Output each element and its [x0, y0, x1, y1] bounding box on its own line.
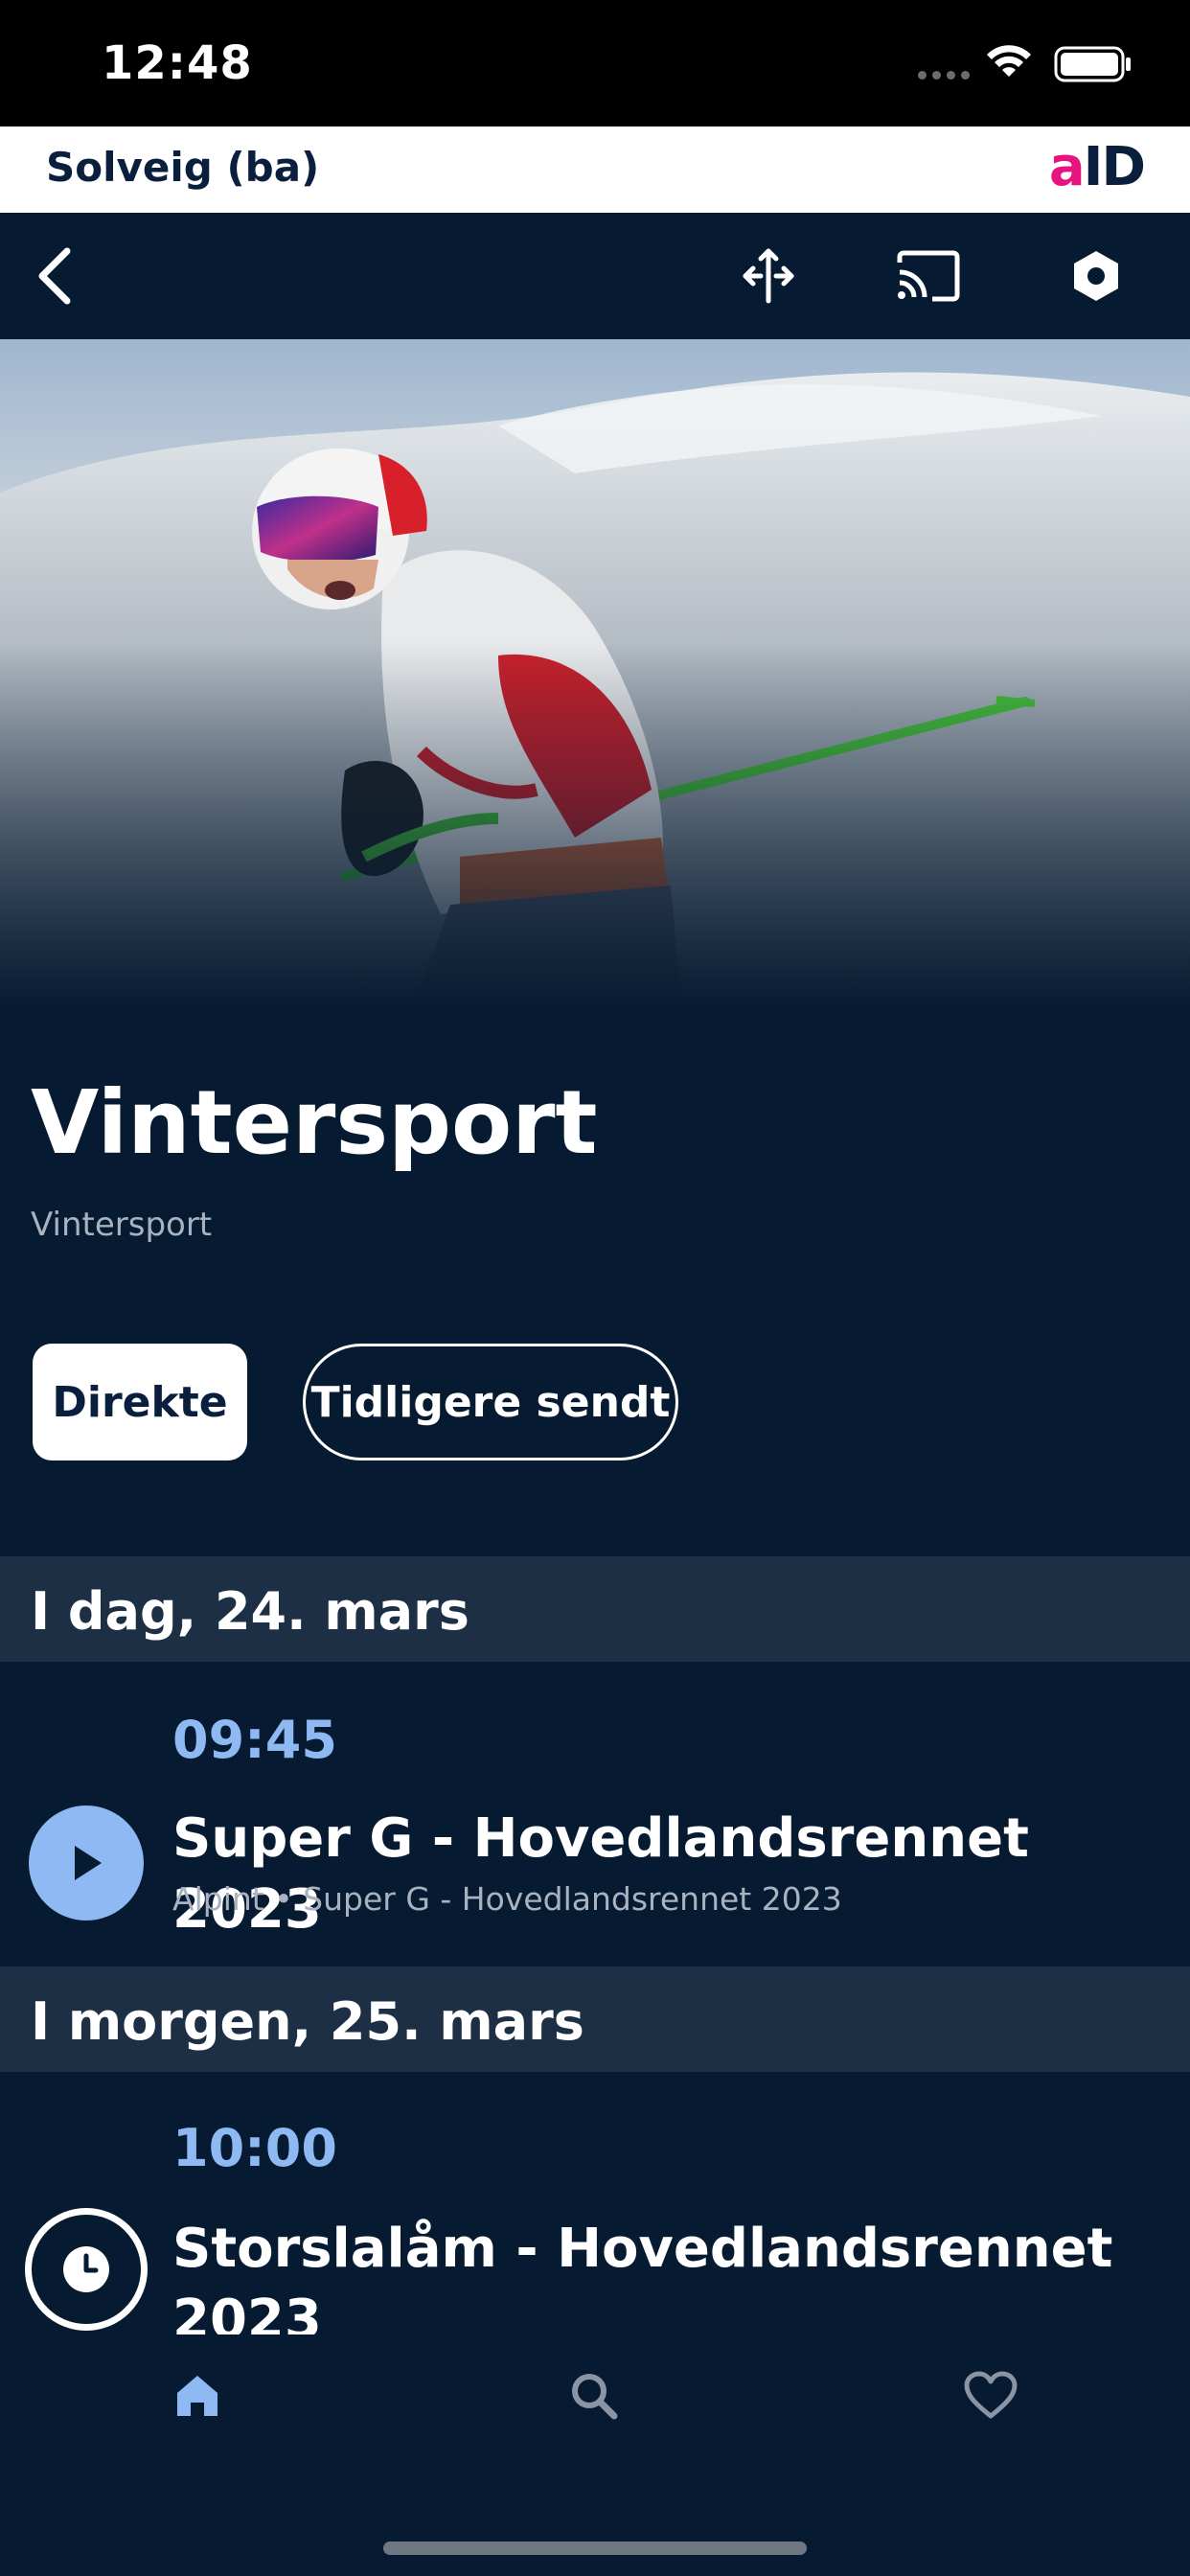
- back-icon: [38, 247, 71, 305]
- program-time: 10:00: [172, 2118, 337, 2178]
- cellular-signal-icon: [918, 71, 970, 80]
- top-navigation: [0, 213, 1190, 339]
- app-screen: 12:48 Solveig (ba) aID Vintersport Vinte…: [0, 0, 1190, 2576]
- settings-button[interactable]: [1060, 240, 1133, 312]
- day-header-today: I dag, 24. mars: [0, 1556, 1190, 1662]
- settings-icon: [1074, 251, 1118, 301]
- status-time: 12:48: [102, 36, 253, 90]
- tab-search[interactable]: [556, 2358, 632, 2434]
- page-title: Vintersport: [31, 1071, 598, 1174]
- back-button[interactable]: [19, 240, 92, 312]
- status-icons: [883, 0, 1190, 126]
- cast-icon: [897, 250, 960, 302]
- heart-icon: [964, 2371, 1018, 2419]
- program-title: Super G - Hovedlandsrennet 2023: [172, 1807, 1029, 1941]
- play-icon: [75, 1846, 102, 1880]
- day-header-tomorrow: I morgen, 25. mars: [0, 1966, 1190, 2072]
- cast-button[interactable]: [891, 240, 964, 312]
- tab-favorites[interactable]: [952, 2358, 1029, 2434]
- program-time: 09:45: [172, 1710, 337, 1770]
- day-header-label: I dag, 24. mars: [31, 1581, 469, 1642]
- profile-name[interactable]: Solveig (ba): [46, 144, 319, 191]
- aid-logo-id: ID: [1083, 136, 1146, 198]
- hero-gradient: [0, 339, 1190, 1010]
- search-icon: [572, 2374, 618, 2420]
- airplay-button[interactable]: [732, 240, 805, 312]
- tab-bar: [0, 2334, 1190, 2576]
- battery-icon: [1054, 46, 1131, 82]
- hero-image: [0, 339, 1190, 1010]
- program-meta: Alpint • Super G - Hovedlandsrennet 2023: [172, 1880, 842, 1918]
- aid-logo[interactable]: aID: [1048, 136, 1146, 198]
- profile-bar: Solveig (ba) aID: [0, 126, 1190, 213]
- aid-logo-a: a: [1048, 136, 1086, 198]
- day-header-label: I morgen, 25. mars: [31, 1991, 584, 2052]
- status-bar: 12:48: [0, 0, 1190, 126]
- reminder-button[interactable]: [25, 2208, 148, 2331]
- home-icon: [177, 2376, 217, 2416]
- tab-home[interactable]: [159, 2358, 236, 2434]
- page-subtitle: Vintersport: [31, 1206, 213, 1244]
- airplay-icon: [743, 248, 794, 304]
- play-button[interactable]: [29, 1806, 144, 1920]
- direkte-button[interactable]: Direkte: [33, 1344, 247, 1460]
- clock-icon: [63, 2246, 109, 2292]
- tidligere-sendt-button[interactable]: Tidligere sendt: [303, 1344, 678, 1460]
- wifi-icon: [987, 45, 1031, 77]
- home-indicator: [383, 2542, 807, 2555]
